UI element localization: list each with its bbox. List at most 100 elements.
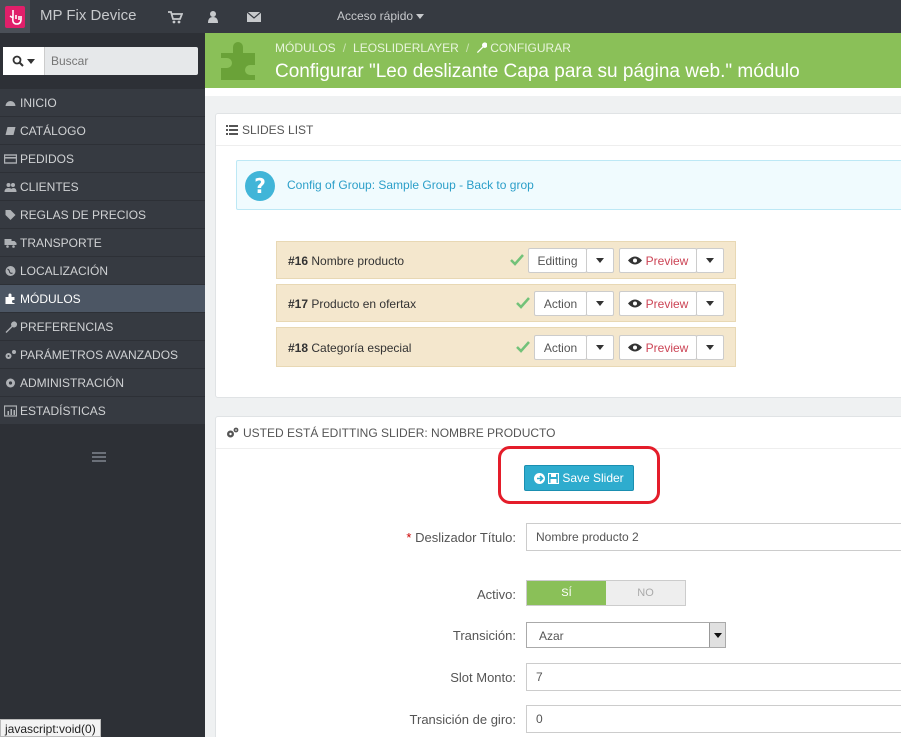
save-slider-button[interactable]: Save Slider bbox=[524, 465, 634, 491]
slide-action-button[interactable]: Editting bbox=[528, 248, 587, 273]
slide-preview-dropdown[interactable] bbox=[696, 291, 724, 316]
slider-title-input[interactable]: Nombre producto 2 bbox=[526, 523, 901, 551]
quick-access-dropdown[interactable]: Acceso rápido bbox=[337, 9, 425, 23]
slide-preview-button[interactable]: Preview bbox=[619, 335, 697, 360]
slide-action-button[interactable]: Action bbox=[534, 291, 587, 316]
slides-list-panel: SLIDES LIST ? Config of Group: Sample Gr… bbox=[215, 113, 901, 398]
eye-icon bbox=[627, 299, 642, 308]
globe-icon bbox=[5, 265, 16, 276]
slide-number: #17 bbox=[288, 297, 309, 311]
sidebar-item-estadisticas[interactable]: ESTADÍSTICAS bbox=[0, 397, 205, 425]
list-icon bbox=[226, 124, 238, 135]
sidebar: INICIO CATÁLOGO PEDIDOS CLIENTES REGLAS … bbox=[0, 33, 205, 737]
transition-select[interactable]: Azar bbox=[526, 622, 726, 648]
check-icon[interactable] bbox=[510, 254, 524, 266]
sidebar-item-transporte[interactable]: TRANSPORTE bbox=[0, 229, 205, 257]
search-icon bbox=[12, 55, 24, 67]
select-arrow-icon bbox=[709, 623, 725, 647]
slide-number: #16 bbox=[288, 254, 309, 268]
slide-title: Categoría especial bbox=[311, 341, 412, 355]
sidebar-item-catalogo[interactable]: CATÁLOGO bbox=[0, 117, 205, 145]
info-alert: ? Config of Group: Sample Group - Back t… bbox=[236, 160, 901, 210]
sidebar-item-label: ADMINISTRACIÓN bbox=[20, 375, 125, 390]
search-type-button[interactable] bbox=[3, 47, 45, 75]
breadcrumb: MÓDULOS / LEOSLIDERLAYER / CONFIGURAR bbox=[275, 41, 571, 55]
preview-label: Preview bbox=[645, 340, 689, 355]
check-icon[interactable] bbox=[516, 297, 530, 309]
collapse-menu-icon[interactable] bbox=[92, 452, 106, 464]
dashboard-icon bbox=[5, 100, 16, 106]
caret-down-icon bbox=[596, 301, 604, 306]
shop-name[interactable]: MP Fix Device bbox=[40, 7, 136, 24]
sidebar-item-label: LOCALIZACIÓN bbox=[20, 263, 109, 278]
slot-amount-input[interactable]: 7 bbox=[526, 663, 901, 691]
sidebar-item-label: MÓDULOS bbox=[20, 291, 81, 306]
active-no-option[interactable]: NO bbox=[606, 581, 685, 605]
slide-action-dropdown[interactable] bbox=[586, 335, 614, 360]
puzzle-icon bbox=[221, 42, 255, 80]
cogs-icon bbox=[227, 427, 239, 437]
slide-name[interactable]: #18 Categoría especial bbox=[288, 341, 411, 355]
main-menu: INICIO CATÁLOGO PEDIDOS CLIENTES REGLAS … bbox=[0, 89, 205, 425]
slide-action-button[interactable]: Action bbox=[534, 335, 587, 360]
caret-down-icon bbox=[27, 58, 35, 64]
puzzle-icon bbox=[5, 293, 15, 304]
breadcrumb-separator: / bbox=[465, 41, 470, 55]
top-bar: MP Fix Device Acceso rápido bbox=[0, 0, 901, 33]
bar-chart-icon bbox=[4, 404, 17, 417]
rotation-label: Transición de giro: bbox=[409, 712, 516, 727]
sidebar-item-pedidos[interactable]: PEDIDOS bbox=[0, 145, 205, 173]
title-label: * Deslizador Título: bbox=[216, 530, 516, 545]
sidebar-item-label: PREFERENCIAS bbox=[20, 319, 114, 334]
eye-icon bbox=[627, 343, 642, 352]
user-icon[interactable] bbox=[205, 9, 221, 25]
sidebar-item-parametros-avanzados[interactable]: PARÁMETROS AVANZADOS bbox=[0, 341, 205, 369]
title-label-text: Deslizador Título: bbox=[415, 530, 516, 545]
breadcrumb-item-modulos[interactable]: MÓDULOS bbox=[275, 41, 336, 55]
question-icon: ? bbox=[245, 171, 275, 201]
panel-heading: SLIDES LIST bbox=[216, 114, 901, 146]
preview-label: Preview bbox=[645, 296, 689, 311]
required-marker: * bbox=[406, 530, 412, 545]
active-switch[interactable]: SÍ NO bbox=[526, 580, 686, 606]
caret-down-icon bbox=[706, 301, 714, 306]
rotation-transition-input[interactable]: 0 bbox=[526, 705, 901, 733]
slide-title: Nombre producto bbox=[311, 254, 405, 268]
sidebar-item-label: CATÁLOGO bbox=[20, 123, 86, 138]
slide-action-dropdown[interactable] bbox=[586, 248, 614, 273]
sidebar-item-localizacion[interactable]: LOCALIZACIÓN bbox=[0, 257, 205, 285]
caret-down-icon bbox=[706, 345, 714, 350]
slide-preview-dropdown[interactable] bbox=[696, 248, 724, 273]
panel-title: SLIDES LIST bbox=[242, 122, 314, 137]
slide-preview-button[interactable]: Preview bbox=[619, 291, 697, 316]
slide-name[interactable]: #16 Nombre producto bbox=[288, 254, 404, 268]
slide-preview-button[interactable]: Preview bbox=[619, 248, 697, 273]
cart-icon[interactable] bbox=[167, 9, 183, 25]
slide-name[interactable]: #17 Producto en ofertax bbox=[288, 297, 416, 311]
slot-label: Slot Monto: bbox=[450, 670, 516, 685]
panel-title: USTED ESTÁ EDITTING SLIDER: NOMBRE PRODU… bbox=[243, 425, 556, 440]
caret-down-icon bbox=[416, 14, 425, 20]
envelope-icon[interactable] bbox=[246, 9, 262, 25]
panel-heading: USTED ESTÁ EDITTING SLIDER: NOMBRE PRODU… bbox=[216, 417, 901, 449]
sidebar-item-administracion[interactable]: ADMINISTRACIÓN bbox=[0, 369, 205, 397]
active-yes-option[interactable]: SÍ bbox=[527, 581, 606, 605]
sidebar-item-modulos[interactable]: MÓDULOS bbox=[0, 285, 205, 313]
sidebar-item-preferencias[interactable]: PREFERENCIAS bbox=[0, 313, 205, 341]
slide-row: #17 Producto en ofertax Action Preview bbox=[276, 284, 736, 322]
page-header: MÓDULOS / LEOSLIDERLAYER / CONFIGURAR Config… bbox=[205, 33, 901, 88]
breadcrumb-item-configurar: CONFIGURAR bbox=[490, 41, 571, 55]
slide-preview-dropdown[interactable] bbox=[696, 335, 724, 360]
page-title: Configurar "Leo deslizante Capa para su … bbox=[275, 61, 800, 82]
sidebar-item-reglas-de-precios[interactable]: REGLAS DE PRECIOS bbox=[0, 201, 205, 229]
sidebar-item-clientes[interactable]: CLIENTES bbox=[0, 173, 205, 201]
sidebar-item-inicio[interactable]: INICIO bbox=[0, 89, 205, 117]
transition-value: Azar bbox=[539, 629, 564, 643]
hand-logo-icon[interactable] bbox=[0, 0, 30, 33]
back-to-group-link[interactable]: Config of Group: Sample Group - Back to … bbox=[287, 178, 534, 192]
breadcrumb-item-module[interactable]: LEOSLIDERLAYER bbox=[353, 41, 459, 55]
save-slider-label: Save Slider bbox=[562, 471, 624, 485]
check-icon[interactable] bbox=[516, 341, 530, 353]
slide-action-dropdown[interactable] bbox=[586, 291, 614, 316]
search-input[interactable] bbox=[51, 54, 191, 68]
